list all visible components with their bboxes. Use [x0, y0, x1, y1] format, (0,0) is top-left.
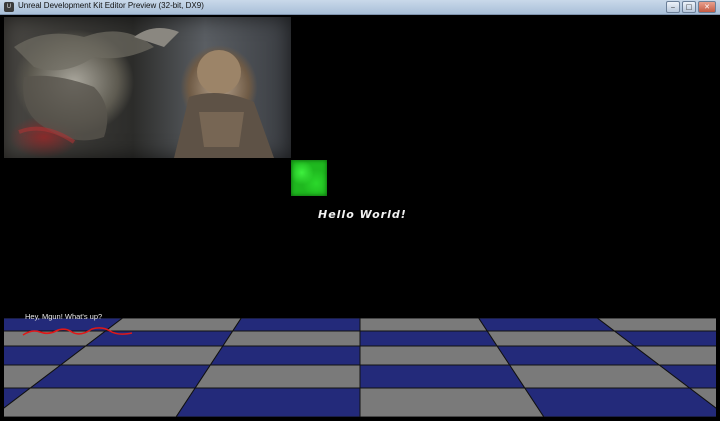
floor-tile — [359, 318, 489, 332]
red-squiggle-line — [22, 327, 133, 336]
floor-tile — [231, 318, 361, 332]
floor-tile — [596, 318, 716, 332]
floor-tile — [496, 345, 661, 366]
floor-tile — [359, 345, 511, 366]
hello-world-text: Hello World! — [318, 208, 407, 221]
maximize-button[interactable]: □ — [682, 1, 696, 13]
floor-tile — [478, 318, 616, 332]
floor-tile — [4, 387, 197, 417]
floor-tile — [59, 345, 224, 366]
game-artwork-image — [4, 17, 291, 158]
floor-tile — [359, 364, 526, 389]
floor-tile — [175, 387, 361, 417]
window-controls: ‒ □ ✕ — [666, 1, 716, 13]
floor-tile — [194, 364, 361, 389]
floor-tile — [359, 387, 545, 417]
green-texture-tile — [291, 160, 327, 196]
close-button[interactable]: ✕ — [698, 1, 716, 13]
floor-tile — [508, 364, 692, 389]
minimize-button[interactable]: ‒ — [666, 1, 680, 13]
window-title: Unreal Development Kit Editor Preview (3… — [18, 1, 204, 10]
floor-tile — [209, 345, 361, 366]
floor-tile — [28, 364, 212, 389]
app-icon[interactable]: U — [4, 2, 14, 12]
title-bar[interactable]: U Unreal Development Kit Editor Preview … — [0, 0, 720, 15]
floor-tile — [359, 330, 499, 347]
floor-tile — [221, 330, 361, 347]
game-viewport[interactable]: Hello World! Hey, Mgun! What's up? — [4, 15, 716, 417]
floor-tile — [486, 330, 636, 347]
floor-tile — [523, 387, 716, 417]
chat-subtitle: Hey, Mgun! What's up? — [25, 312, 103, 321]
